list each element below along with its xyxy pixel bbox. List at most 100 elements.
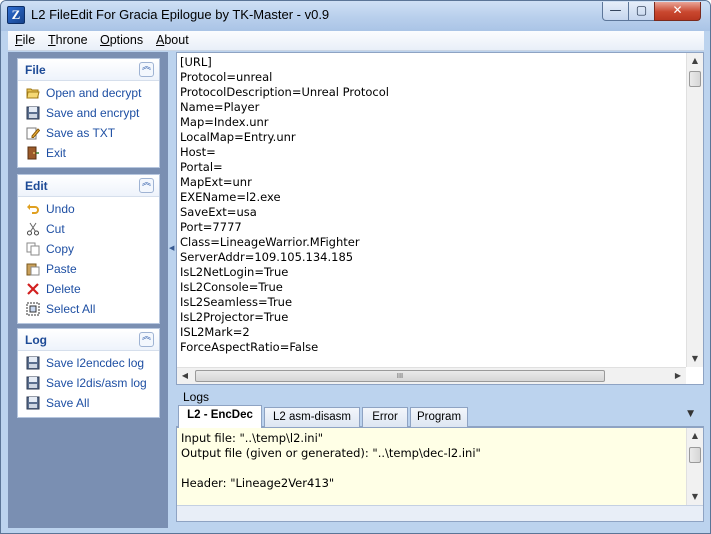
editor-line[interactable]: ServerAddr=109.105.134.185: [180, 250, 685, 265]
sidebar-item-save-all[interactable]: Save All: [18, 393, 159, 413]
sidebar-item-delete[interactable]: Delete: [18, 279, 159, 299]
scroll-down-icon[interactable]: ▼: [687, 351, 703, 367]
scroll-down-icon[interactable]: ▼: [687, 489, 703, 505]
scroll-right-icon[interactable]: ▶: [670, 368, 686, 384]
collapse-chevron-icon[interactable]: ︽: [139, 178, 154, 193]
minimize-button[interactable]: —: [602, 2, 629, 21]
sidebar-item-label: Select All: [46, 302, 96, 316]
editor-line[interactable]: Name=Player: [180, 100, 685, 115]
tab-l2-asm-disasm[interactable]: L2 asm-disasm: [264, 407, 360, 427]
log-scroll-thumb[interactable]: [689, 447, 701, 463]
text-editor[interactable]: [URL] Protocol=unreal ProtocolDescription=…: [176, 52, 704, 385]
title-bar[interactable]: Z L2 FileEdit For Gracia Epilogue by TK-…: [1, 1, 710, 31]
sidebar-item-save-encrypt[interactable]: Save and encrypt: [18, 103, 159, 123]
editor-line[interactable]: MapExt=unr: [180, 175, 685, 190]
editor-line[interactable]: Map=Index.unr: [180, 115, 685, 130]
log-content: Input file: "..\temp\l2.ini" Output file …: [181, 431, 481, 491]
menu-options-accel: O: [100, 33, 110, 47]
menu-file[interactable]: File: [15, 33, 35, 47]
log-output[interactable]: Input file: "..\temp\l2.ini" Output file …: [176, 427, 704, 522]
tab-l2-encdec[interactable]: L2 - EncDec: [178, 405, 262, 428]
file-group-header[interactable]: File ︽: [18, 59, 159, 81]
close-icon: ✕: [672, 3, 683, 17]
sidebar-item-save-l2encdec-log[interactable]: Save l2encdec log: [18, 353, 159, 373]
logs-heading: Logs: [183, 390, 210, 404]
scissors-icon: [27, 222, 39, 236]
scroll-up-icon[interactable]: ▲: [687, 428, 703, 444]
collapse-chevron-icon[interactable]: ︽: [139, 332, 154, 347]
floppy-icon: [26, 356, 40, 370]
tab-program[interactable]: Program: [410, 407, 468, 427]
sidebar-item-label: Paste: [46, 262, 77, 276]
paste-icon: [26, 263, 40, 276]
panel-splitter[interactable]: ◀: [168, 52, 176, 528]
sidebar-item-label: Save as TXT: [46, 126, 116, 140]
tab-menu-chevron-down-icon[interactable]: ▼: [687, 409, 694, 419]
editor-line[interactable]: IsL2Projector=True: [180, 310, 685, 325]
menu-throne[interactable]: Throne: [48, 33, 88, 47]
log-line: Header: "Lineage2Ver413": [181, 476, 335, 490]
sidebar-item-label: Save l2encdec log: [46, 356, 145, 370]
editor-line[interactable]: ForceAspectRatio=False: [180, 340, 685, 355]
log-vertical-scrollbar[interactable]: ▲ ▼: [686, 428, 703, 505]
sidebar-item-label: Save l2dis/asm log: [46, 376, 147, 390]
editor-line[interactable]: ProtocolDescription=Unreal Protocol: [180, 85, 685, 100]
editor-line[interactable]: Protocol=unreal: [180, 70, 685, 85]
editor-line[interactable]: Portal=: [180, 160, 685, 175]
horizontal-scroll-thumb[interactable]: III: [195, 370, 605, 382]
menu-about[interactable]: About: [156, 33, 189, 47]
edit-group-title: Edit: [25, 179, 48, 193]
sidebar-item-undo[interactable]: Undo: [18, 199, 159, 219]
sidebar-item-cut[interactable]: Cut: [18, 219, 159, 239]
editor-line[interactable]: IsL2NetLogin=True: [180, 265, 685, 280]
editor-line[interactable]: Port=7777: [180, 220, 685, 235]
tab-error[interactable]: Error: [362, 407, 408, 427]
floppy-icon: [26, 396, 40, 410]
sidebar-item-paste[interactable]: Paste: [18, 259, 159, 279]
sidebar-item-label: Delete: [46, 282, 81, 296]
sidebar-item-label: Cut: [46, 222, 65, 236]
editor-line[interactable]: ISL2Mark=2: [180, 325, 685, 340]
menu-options[interactable]: Options: [100, 33, 143, 47]
log-group: Log ︽ Save l2encdec log Save l2dis/asm l…: [17, 328, 160, 418]
file-group: File ︽ Open and decrypt Save and encrypt…: [17, 58, 160, 168]
close-button[interactable]: ✕: [654, 2, 701, 21]
sidebar-item-copy[interactable]: Copy: [18, 239, 159, 259]
editor-horizontal-scrollbar[interactable]: ◀ III ▶: [177, 367, 686, 384]
menu-bar: File Throne Options About: [8, 31, 704, 51]
scroll-left-icon[interactable]: ◀: [177, 368, 193, 384]
editor-line[interactable]: [URL]: [180, 55, 685, 70]
edit-group-header[interactable]: Edit ︽: [18, 175, 159, 197]
minimize-icon: —: [609, 3, 622, 17]
menu-file-accel: F: [15, 33, 23, 47]
sidebar-item-open-decrypt[interactable]: Open and decrypt: [18, 83, 159, 103]
editor-line[interactable]: Class=LineageWarrior.MFighter: [180, 235, 685, 250]
editor-line[interactable]: EXEName=l2.exe: [180, 190, 685, 205]
collapse-chevron-icon[interactable]: ︽: [139, 62, 154, 77]
vertical-scroll-thumb[interactable]: [689, 71, 701, 87]
sidebar-item-save-txt[interactable]: Save as TXT: [18, 123, 159, 143]
splitter-arrow-icon[interactable]: ◀: [169, 244, 174, 252]
sidebar-item-label: Save and encrypt: [46, 106, 140, 120]
maximize-button[interactable]: ▢: [628, 2, 655, 21]
editor-vertical-scrollbar[interactable]: ▲ ▼: [686, 53, 703, 367]
floppy-icon: [26, 106, 40, 120]
sidebar-item-label: Save All: [46, 396, 90, 410]
editor-content[interactable]: [URL] Protocol=unreal ProtocolDescription=…: [180, 55, 685, 355]
editor-line[interactable]: IsL2Seamless=True: [180, 295, 685, 310]
sidebar-item-save-l2disasm-log[interactable]: Save l2dis/asm log: [18, 373, 159, 393]
editor-line[interactable]: Host=: [180, 145, 685, 160]
sidebar-item-exit[interactable]: Exit: [18, 143, 159, 163]
editor-line[interactable]: LocalMap=Entry.unr: [180, 130, 685, 145]
window-title: L2 FileEdit For Gracia Epilogue by TK-Ma…: [31, 7, 330, 22]
scroll-up-icon[interactable]: ▲: [687, 53, 703, 69]
sidebar-item-select-all[interactable]: Select All: [18, 299, 159, 319]
editor-line[interactable]: IsL2Console=True: [180, 280, 685, 295]
menu-file-label: ile: [22, 33, 36, 47]
editor-line[interactable]: SaveExt=usa: [180, 205, 685, 220]
undo-icon: [27, 204, 39, 214]
select-all-icon: [26, 302, 40, 316]
log-horizontal-scrollbar[interactable]: [177, 505, 703, 521]
log-group-header[interactable]: Log ︽: [18, 329, 159, 351]
